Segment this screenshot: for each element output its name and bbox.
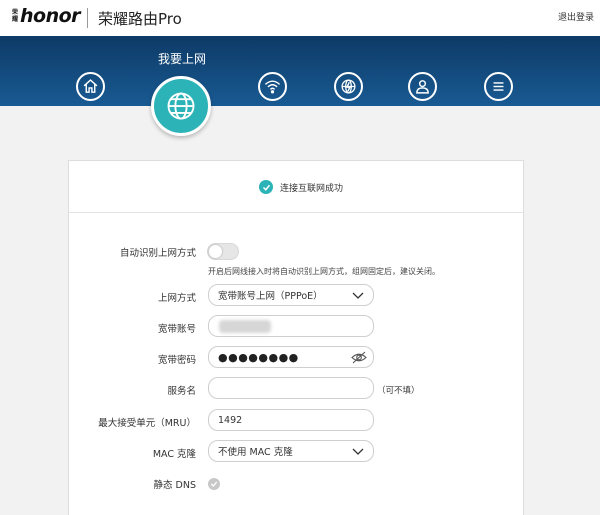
honor-logo: honor xyxy=(20,5,81,27)
service-label: 服务名 xyxy=(167,386,196,397)
smart-accelerate-icon xyxy=(341,79,356,94)
dns-label: 静态 DNS xyxy=(153,480,196,491)
logout-link[interactable]: 退出登录 xyxy=(558,10,594,23)
menu-icon xyxy=(493,82,504,91)
nav-active-title: 我要上网 xyxy=(157,52,206,66)
mru-label: 最大接受单元（MRU） xyxy=(98,418,196,429)
mode-value: 宽带账号上网（PPPoE） xyxy=(218,291,323,302)
mru-value: 1492 xyxy=(218,414,243,426)
mac-label: MAC 克隆 xyxy=(152,449,196,460)
mru-input[interactable]: 1492 xyxy=(208,409,374,431)
nav-menu-button[interactable] xyxy=(484,72,513,101)
password-label: 宽带密码 xyxy=(157,355,196,366)
service-input[interactable] xyxy=(208,377,374,399)
check-icon xyxy=(210,481,218,487)
globe-icon xyxy=(167,92,195,120)
mac-select[interactable]: 不使用 MAC 克隆 xyxy=(208,440,374,462)
auto-detect-label: 自动识别上网方式 xyxy=(119,248,196,259)
static-dns-checkbox[interactable] xyxy=(208,478,220,490)
brand-small-text: 荣耀 xyxy=(12,9,19,23)
redacted-account-value xyxy=(219,320,271,333)
password-input[interactable]: ●●●●●●●● xyxy=(208,346,374,368)
chevron-down-icon xyxy=(352,292,364,299)
wifi-icon xyxy=(264,80,281,94)
mode-select[interactable]: 宽带账号上网（PPPoE） xyxy=(208,284,374,306)
top-bar: 荣耀 honor 荣耀路由Pro 退出登录 xyxy=(0,0,600,36)
account-input[interactable] xyxy=(208,315,374,337)
eye-icon[interactable] xyxy=(351,351,367,364)
user-icon xyxy=(416,80,429,94)
account-label: 宽带账号 xyxy=(157,324,196,335)
toggle-knob xyxy=(209,245,222,258)
service-optional-note: （可不填） xyxy=(377,386,420,396)
product-name: 荣耀路由Pro xyxy=(98,10,182,28)
password-dots: ●●●●●●●● xyxy=(218,350,299,364)
home-icon xyxy=(83,79,98,93)
nav-wifi-button[interactable] xyxy=(258,72,287,101)
nav-internet-button-active[interactable] xyxy=(151,76,211,136)
auto-detect-toggle[interactable] xyxy=(207,243,239,260)
connection-status-text: 连接互联网成功 xyxy=(280,184,344,194)
connection-status-row: 连接互联网成功 xyxy=(69,161,523,213)
nav-home-button[interactable] xyxy=(76,72,105,101)
mode-label: 上网方式 xyxy=(157,293,196,304)
nav-band: 我要上网 xyxy=(0,36,600,106)
check-circle-icon xyxy=(259,180,273,194)
auto-detect-hint: 开启后网线接入时将自动识别上网方式，组网固定后，建议关闭。 xyxy=(208,267,440,276)
chevron-down-icon xyxy=(352,448,364,455)
settings-card: 连接互联网成功 自动识别上网方式 开启后网线接入时将自动识别上网方式，组网固定后… xyxy=(68,160,524,515)
mac-value: 不使用 MAC 克隆 xyxy=(218,447,293,458)
nav-user-button[interactable] xyxy=(408,72,437,101)
brand-divider xyxy=(87,8,88,28)
nav-accelerate-button[interactable] xyxy=(334,72,363,101)
